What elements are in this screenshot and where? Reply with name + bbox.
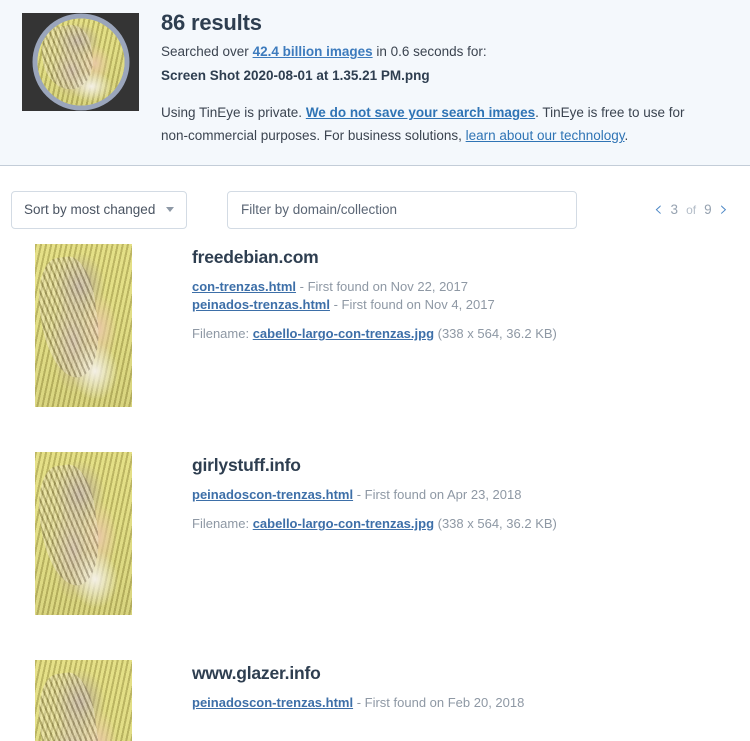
result-image-dimensions-text: (338 x 564, 36.2 KB) — [434, 516, 557, 531]
pagination: ‹ 3 of 9 › — [654, 199, 736, 220]
result-page-line: peinados-trenzas.html - First found on N… — [192, 297, 557, 312]
filename-label: Filename: — [192, 516, 253, 531]
result-first-found-text: - First found on Nov 4, 2017 — [329, 297, 495, 312]
result-page-link[interactable]: peinados-trenzas.html — [192, 297, 330, 312]
result-first-found-text: - First found on Feb 20, 2018 — [353, 695, 525, 710]
searched-over-line: Searched over 42.4 billion images in 0.6… — [161, 44, 706, 59]
results-list: freedebian.com con-trenzas.html - First f… — [0, 236, 750, 741]
result-page-link[interactable]: peinadoscon-trenzas.html — [192, 695, 353, 710]
results-count-title: 86 results — [161, 10, 262, 35]
result-thumbnail-photo — [35, 660, 132, 741]
result-details: freedebian.com con-trenzas.html - First f… — [132, 244, 557, 407]
privacy-notice: Using TinEye is private. We do not save … — [161, 101, 706, 147]
filename-label: Filename: — [192, 326, 253, 341]
do-not-save-images-link[interactable]: We do not save your search images — [306, 105, 535, 120]
chevron-down-icon — [166, 207, 174, 212]
result-item: www.glazer.info peinadoscon-trenzas.html … — [0, 660, 750, 741]
result-page-link[interactable]: peinadoscon-trenzas.html — [192, 487, 353, 502]
result-first-found-text: - First found on Apr 23, 2018 — [353, 487, 522, 502]
query-filename-text: Screen Shot 2020-08-01 at 1.35.21 PM.png — [161, 68, 430, 83]
result-image-filename-link[interactable]: cabello-largo-con-trenzas.jpg — [253, 326, 434, 341]
filter-domain-input[interactable] — [227, 190, 577, 229]
next-page-icon[interactable]: › — [720, 199, 728, 220]
search-summary-text: 86 results Searched over 42.4 billion im… — [139, 8, 706, 147]
result-page-line: con-trenzas.html - First found on Nov 22… — [192, 279, 557, 294]
result-thumbnail-photo — [35, 244, 132, 407]
privacy-text-part1: Using TinEye is private. — [161, 105, 306, 120]
result-thumbnail-photo — [35, 452, 132, 615]
result-first-found-text: - First found on Nov 22, 2017 — [296, 279, 468, 294]
result-details: www.glazer.info peinadoscon-trenzas.html … — [132, 660, 524, 741]
result-item: freedebian.com con-trenzas.html - First f… — [0, 244, 750, 407]
result-thumbnail[interactable] — [35, 660, 132, 741]
query-image-circle-frame — [32, 13, 129, 111]
searched-suffix-text: in 0.6 seconds for: — [372, 44, 487, 59]
sort-dropdown[interactable]: Sort by most changed — [11, 190, 187, 229]
result-page-link[interactable]: con-trenzas.html — [192, 279, 296, 294]
result-page-line: peinadoscon-trenzas.html - First found o… — [192, 695, 524, 710]
result-image-dimensions-text: (338 x 564, 36.2 KB) — [434, 326, 557, 341]
result-filename-line: Filename: cabello-largo-con-trenzas.jpg … — [192, 326, 557, 341]
query-image-thumbnail[interactable] — [22, 13, 139, 111]
billion-images-link[interactable]: 42.4 billion images — [253, 44, 373, 59]
page-of-label: of — [686, 202, 697, 217]
current-page-number: 3 — [670, 202, 679, 217]
search-summary-header: 86 results Searched over 42.4 billion im… — [0, 0, 750, 166]
query-image-photo — [37, 18, 124, 106]
result-thumbnail[interactable] — [35, 244, 132, 407]
result-domain-heading[interactable]: www.glazer.info — [192, 663, 524, 684]
searched-prefix-text: Searched over — [161, 44, 253, 59]
result-image-filename-link[interactable]: cabello-largo-con-trenzas.jpg — [253, 516, 434, 531]
learn-about-technology-link[interactable]: learn about our technology — [466, 128, 625, 143]
result-thumbnail[interactable] — [35, 452, 132, 615]
sort-dropdown-label: Sort by most changed — [24, 202, 156, 217]
results-toolbar: Sort by most changed ‹ 3 of 9 › — [0, 166, 750, 236]
total-page-number: 9 — [704, 202, 712, 217]
previous-page-icon[interactable]: ‹ — [654, 199, 662, 220]
privacy-text-part3: . — [624, 128, 629, 144]
result-domain-heading[interactable]: freedebian.com — [192, 247, 557, 268]
result-filename-line: Filename: cabello-largo-con-trenzas.jpg … — [192, 516, 557, 531]
result-domain-heading[interactable]: girlystuff.info — [192, 455, 557, 476]
result-details: girlystuff.info peinadoscon-trenzas.html … — [132, 452, 557, 615]
result-item: girlystuff.info peinadoscon-trenzas.html … — [0, 452, 750, 615]
result-page-line: peinadoscon-trenzas.html - First found o… — [192, 487, 557, 502]
